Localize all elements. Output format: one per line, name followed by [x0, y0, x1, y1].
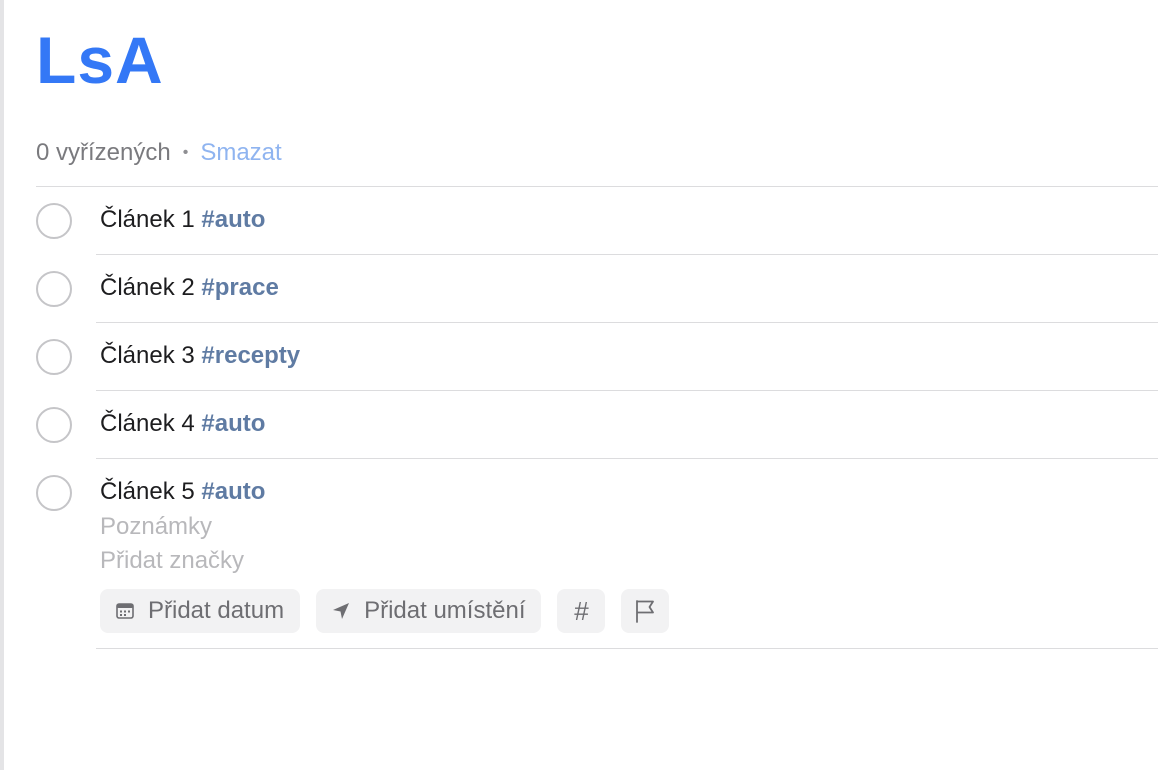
- add-date-button[interactable]: Přidat datum: [100, 589, 301, 633]
- task-detail-toolbar: Přidat datum Přidat umístění #: [100, 589, 670, 633]
- task-title-text: Článek 2: [100, 274, 195, 301]
- task-title-text: Článek 4: [100, 410, 195, 437]
- task-checkbox[interactable]: [36, 271, 72, 307]
- task-tag[interactable]: #prace: [201, 274, 278, 301]
- task-title-text: Článek 3: [100, 342, 195, 369]
- completed-count: 0 vyřízených: [36, 139, 171, 166]
- reminders-window: LsA 0 vyřízených • Smazat Článek 1 #auto…: [0, 0, 1158, 770]
- add-tag-button[interactable]: #: [557, 589, 606, 633]
- row-divider: [96, 648, 1158, 649]
- flag-icon: [634, 599, 656, 623]
- task-checkbox[interactable]: [36, 203, 72, 239]
- add-location-label: Přidat umístění: [364, 597, 526, 624]
- task-title[interactable]: Článek 5 #auto: [100, 477, 265, 507]
- task-checkbox[interactable]: [36, 407, 72, 443]
- task-title[interactable]: Článek 3 #recepty: [100, 341, 300, 371]
- task-checkbox[interactable]: [36, 475, 72, 511]
- task-title[interactable]: Článek 2 #prace: [100, 273, 279, 303]
- clear-completed-link[interactable]: Smazat: [200, 139, 281, 167]
- task-row[interactable]: Článek 1 #auto: [0, 187, 1158, 255]
- task-checkbox[interactable]: [36, 339, 72, 375]
- task-row[interactable]: Článek 4 #auto: [0, 391, 1158, 459]
- task-title[interactable]: Článek 4 #auto: [100, 409, 265, 439]
- add-location-button[interactable]: Přidat umístění: [316, 589, 542, 633]
- task-title-text: Článek 1: [100, 206, 195, 233]
- calendar-icon: [116, 603, 134, 619]
- list-title: LsA: [36, 23, 164, 97]
- hashtag-icon: #: [574, 596, 589, 626]
- task-title[interactable]: Článek 1 #auto: [100, 205, 265, 235]
- task-tag[interactable]: #auto: [201, 206, 265, 233]
- completed-summary: 0 vyřízených • Smazat: [36, 138, 282, 168]
- location-arrow-icon: [332, 602, 350, 620]
- notes-field[interactable]: Poznámky: [100, 512, 212, 542]
- flag-button[interactable]: [621, 589, 670, 633]
- add-tags-field[interactable]: Přidat značky: [100, 546, 244, 576]
- add-date-label: Přidat datum: [148, 597, 285, 624]
- task-row[interactable]: Článek 2 #prace: [0, 255, 1158, 323]
- summary-separator: •: [182, 144, 189, 161]
- task-title-text: Článek 5: [100, 478, 195, 505]
- task-row[interactable]: Článek 3 #recepty: [0, 323, 1158, 391]
- task-tag[interactable]: #recepty: [201, 342, 300, 369]
- task-tag[interactable]: #auto: [201, 478, 265, 505]
- task-row-expanded[interactable]: Článek 5 #auto Poznámky Přidat značky Př…: [0, 459, 1158, 649]
- task-tag[interactable]: #auto: [201, 410, 265, 437]
